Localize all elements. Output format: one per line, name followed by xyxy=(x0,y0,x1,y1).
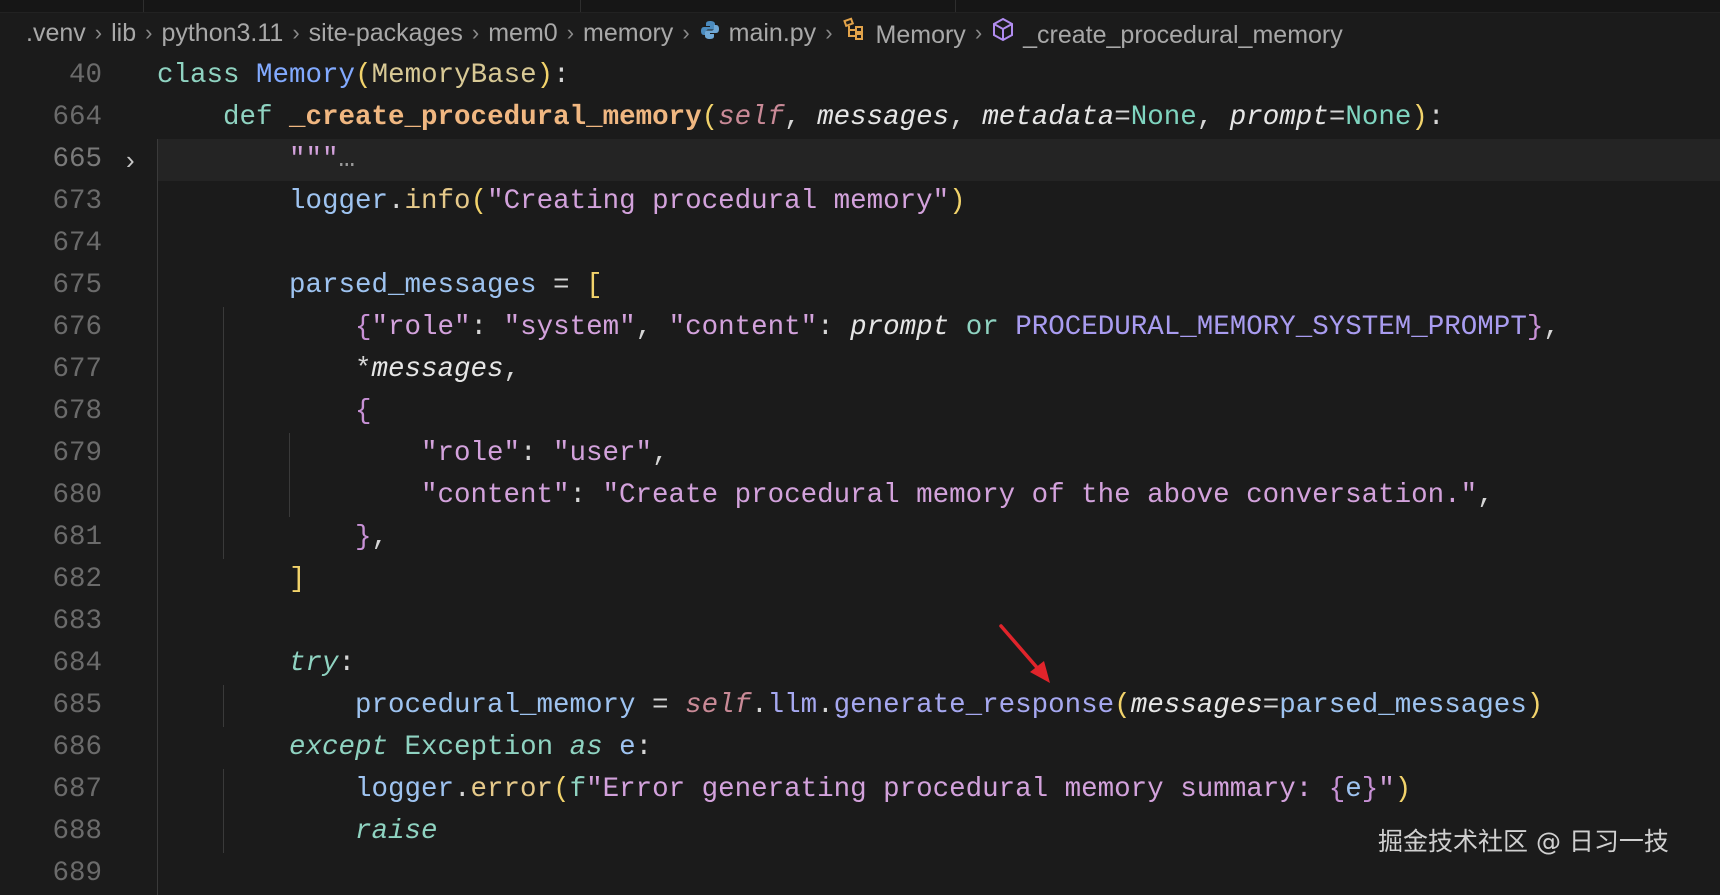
red-arrow-annotation xyxy=(999,624,1050,683)
watermark: 掘金技术社区 @ 日习一技 xyxy=(1378,827,1669,856)
